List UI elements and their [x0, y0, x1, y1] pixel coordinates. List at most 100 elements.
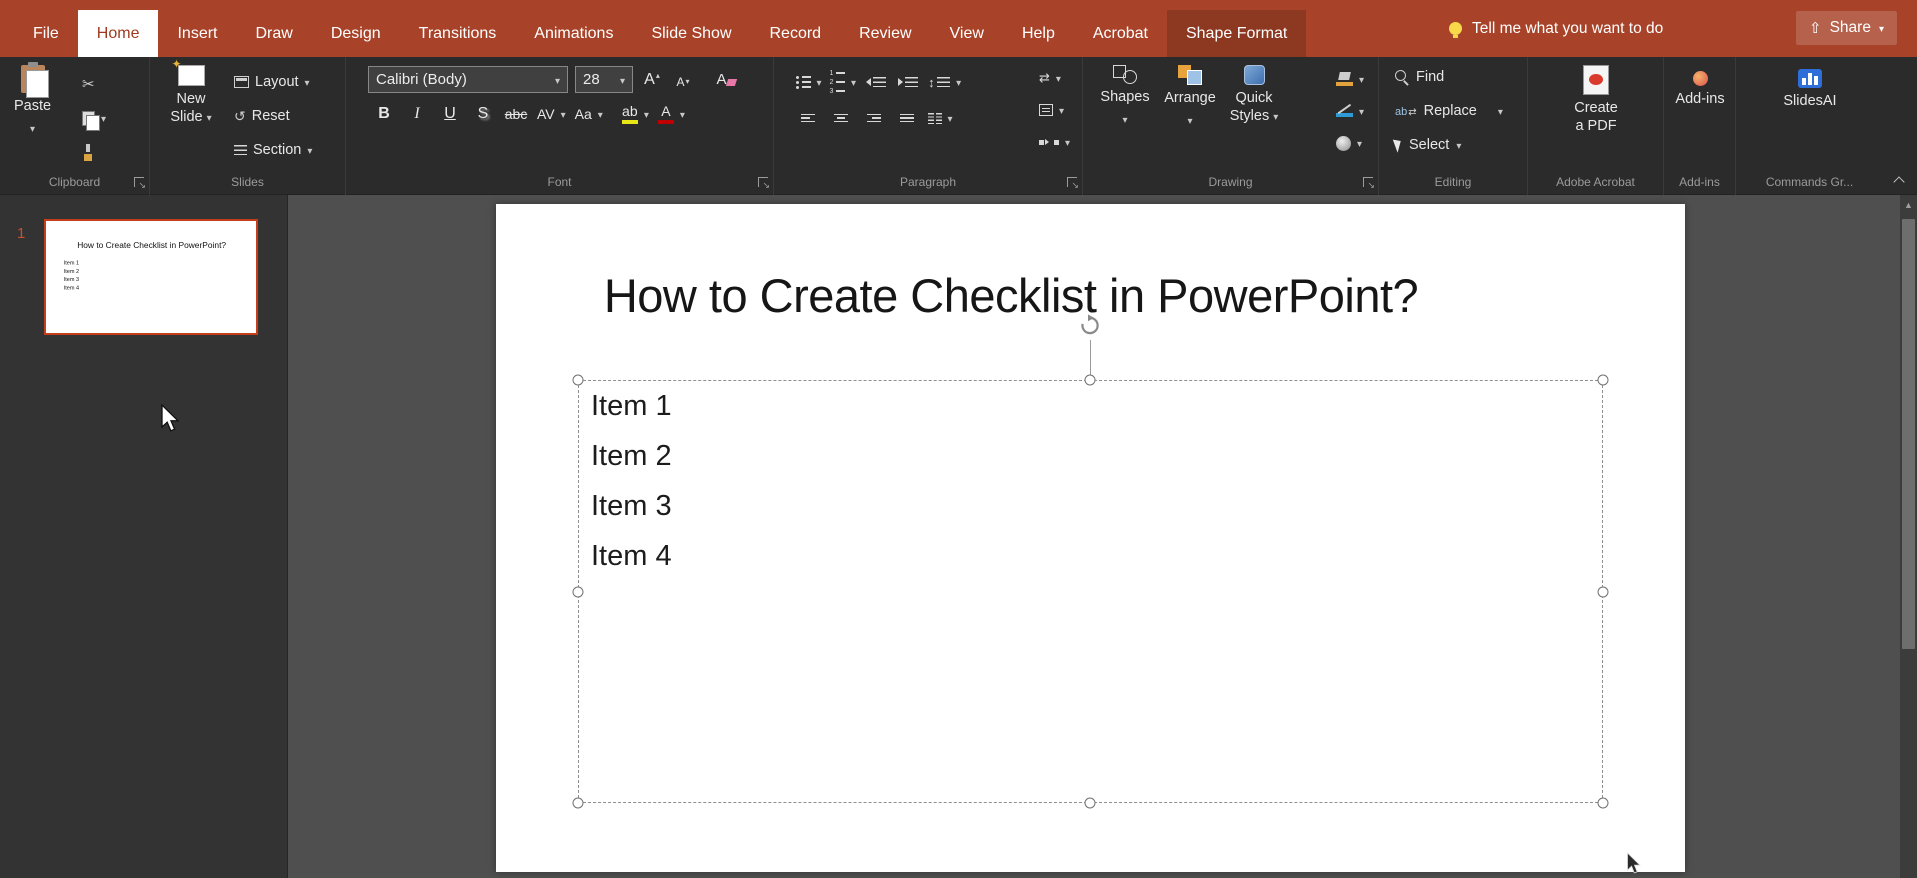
- shape-effects-button[interactable]: [1335, 131, 1364, 155]
- justify-button[interactable]: [895, 105, 919, 131]
- selection-handle-top-center[interactable]: [1084, 374, 1096, 386]
- chevron-down-icon: [620, 71, 625, 88]
- align-right-button[interactable]: [862, 105, 886, 131]
- new-slide-button[interactable]: New Slide: [162, 57, 220, 126]
- text-direction-button[interactable]: [1039, 67, 1070, 89]
- underline-button[interactable]: U: [438, 101, 462, 127]
- select-button[interactable]: Select: [1392, 137, 1461, 153]
- tab-record[interactable]: Record: [751, 10, 841, 57]
- ribbon: Paste Clipboard New Slide: [0, 57, 1917, 195]
- shape-fill-button[interactable]: [1335, 67, 1364, 91]
- tab-file[interactable]: File: [14, 10, 78, 57]
- addins-button[interactable]: Add-ins: [1672, 71, 1728, 108]
- tab-transitions[interactable]: Transitions: [400, 10, 516, 57]
- align-text-button[interactable]: [1038, 99, 1070, 121]
- selection-handle-middle-left[interactable]: [572, 586, 584, 598]
- list-item[interactable]: Item 4: [579, 531, 1602, 581]
- decrease-font-size-button[interactable]: [671, 67, 695, 93]
- quick-styles-label: Quick Styles: [1229, 90, 1273, 125]
- tab-insert[interactable]: Insert: [158, 10, 236, 57]
- slide-thumbnail[interactable]: How to Create Checklist in PowerPoint? I…: [44, 219, 258, 335]
- scrollbar-thumb[interactable]: [1902, 219, 1915, 649]
- group-label-addins: Add-ins: [1679, 175, 1720, 189]
- font-dialog-launcher[interactable]: [758, 177, 770, 191]
- mouse-cursor: [161, 404, 180, 432]
- bullets-button[interactable]: [796, 69, 822, 95]
- clipboard-dialog-launcher[interactable]: [134, 177, 146, 191]
- drawing-dialog-launcher[interactable]: [1363, 177, 1375, 191]
- slidesai-button[interactable]: SlidesAI: [1782, 69, 1838, 110]
- character-spacing-button[interactable]: AV: [537, 101, 566, 127]
- selection-handle-top-left[interactable]: [572, 374, 584, 386]
- tab-help[interactable]: Help: [1003, 10, 1074, 57]
- share-button[interactable]: Share: [1796, 11, 1897, 45]
- convert-to-smartart-button[interactable]: [1038, 131, 1070, 153]
- tab-review[interactable]: Review: [840, 10, 930, 57]
- tab-draw[interactable]: Draw: [236, 10, 311, 57]
- layout-button[interactable]: Layout: [234, 69, 310, 95]
- slide-title-text[interactable]: How to Create Checklist in PowerPoint?: [566, 268, 1456, 323]
- reset-button[interactable]: Reset: [234, 103, 290, 129]
- font-size-select[interactable]: 28: [575, 66, 633, 93]
- text-shadow-button[interactable]: S: [471, 101, 495, 127]
- strikethrough-button[interactable]: abc: [504, 101, 528, 127]
- selection-handle-bottom-center[interactable]: [1084, 797, 1096, 809]
- font-color-icon: A: [657, 104, 674, 124]
- shape-outline-button[interactable]: [1335, 99, 1364, 123]
- shapes-button[interactable]: Shapes: [1095, 65, 1155, 128]
- tell-me-box[interactable]: Tell me what you want to do: [1449, 0, 1663, 57]
- clear-formatting-button[interactable]: [714, 67, 738, 93]
- list-item[interactable]: Item 1: [579, 381, 1602, 431]
- copy-button[interactable]: [82, 105, 106, 131]
- replace-button[interactable]: Replace: [1395, 103, 1503, 119]
- tab-home[interactable]: Home: [77, 10, 159, 57]
- list-item[interactable]: Item 2: [579, 431, 1602, 481]
- tab-design[interactable]: Design: [312, 10, 400, 57]
- scroll-up-arrow[interactable]: ▲: [1900, 200, 1917, 210]
- new-slide-icon: [172, 57, 205, 86]
- selection-handle-middle-right[interactable]: [1597, 586, 1609, 598]
- layout-label: Layout: [255, 74, 299, 90]
- highlight-button[interactable]: ab: [621, 101, 649, 127]
- rotation-handle[interactable]: [1079, 314, 1101, 342]
- arrange-button[interactable]: Arrange: [1159, 65, 1221, 129]
- line-spacing-button[interactable]: [928, 69, 961, 95]
- section-button[interactable]: Section: [234, 137, 312, 163]
- chevron-down-icon: [948, 110, 953, 126]
- cut-button[interactable]: [82, 71, 95, 97]
- increase-font-size-button[interactable]: [640, 67, 664, 93]
- tab-animations[interactable]: Animations: [515, 10, 632, 57]
- align-center-button[interactable]: [829, 105, 853, 131]
- increase-indent-button[interactable]: [896, 69, 920, 95]
- vertical-scrollbar[interactable]: ▲: [1900, 195, 1917, 878]
- decrease-indent-button[interactable]: [864, 69, 888, 95]
- selection-handle-bottom-right[interactable]: [1597, 797, 1609, 809]
- tab-view[interactable]: View: [931, 10, 1003, 57]
- change-case-button[interactable]: Aa: [575, 101, 603, 127]
- columns-button[interactable]: [928, 105, 953, 131]
- font-color-button[interactable]: A: [657, 101, 685, 127]
- font-name-select[interactable]: Calibri (Body): [368, 66, 568, 93]
- paragraph-dialog-launcher[interactable]: [1067, 177, 1079, 191]
- numbering-button[interactable]: [830, 69, 857, 95]
- addins-label: Add-ins: [1675, 91, 1725, 107]
- selection-handle-bottom-left[interactable]: [572, 797, 584, 809]
- tab-shape-format[interactable]: Shape Format: [1166, 10, 1307, 57]
- italic-button[interactable]: I: [405, 101, 429, 127]
- quick-styles-button[interactable]: Quick Styles: [1225, 65, 1283, 125]
- slide-canvas[interactable]: How to Create Checklist in PowerPoint? I…: [496, 204, 1685, 872]
- content-text-box[interactable]: Item 1 Item 2 Item 3 Item 4: [578, 380, 1603, 803]
- format-painter-button[interactable]: [82, 139, 94, 165]
- collapse-ribbon-button[interactable]: [1894, 175, 1904, 185]
- paste-button[interactable]: Paste: [14, 62, 51, 137]
- line-spacing-icon: [928, 75, 951, 90]
- align-left-button[interactable]: [796, 105, 820, 131]
- bold-button[interactable]: B: [372, 101, 396, 127]
- selection-handle-top-right[interactable]: [1597, 374, 1609, 386]
- find-button[interactable]: Find: [1395, 69, 1444, 85]
- tab-slide-show[interactable]: Slide Show: [632, 10, 750, 57]
- tab-acrobat[interactable]: Acrobat: [1074, 10, 1167, 57]
- slide-editing-canvas[interactable]: How to Create Checklist in PowerPoint? I…: [287, 195, 1900, 878]
- list-item[interactable]: Item 3: [579, 481, 1602, 531]
- create-pdf-button[interactable]: Create a PDF: [1568, 65, 1624, 135]
